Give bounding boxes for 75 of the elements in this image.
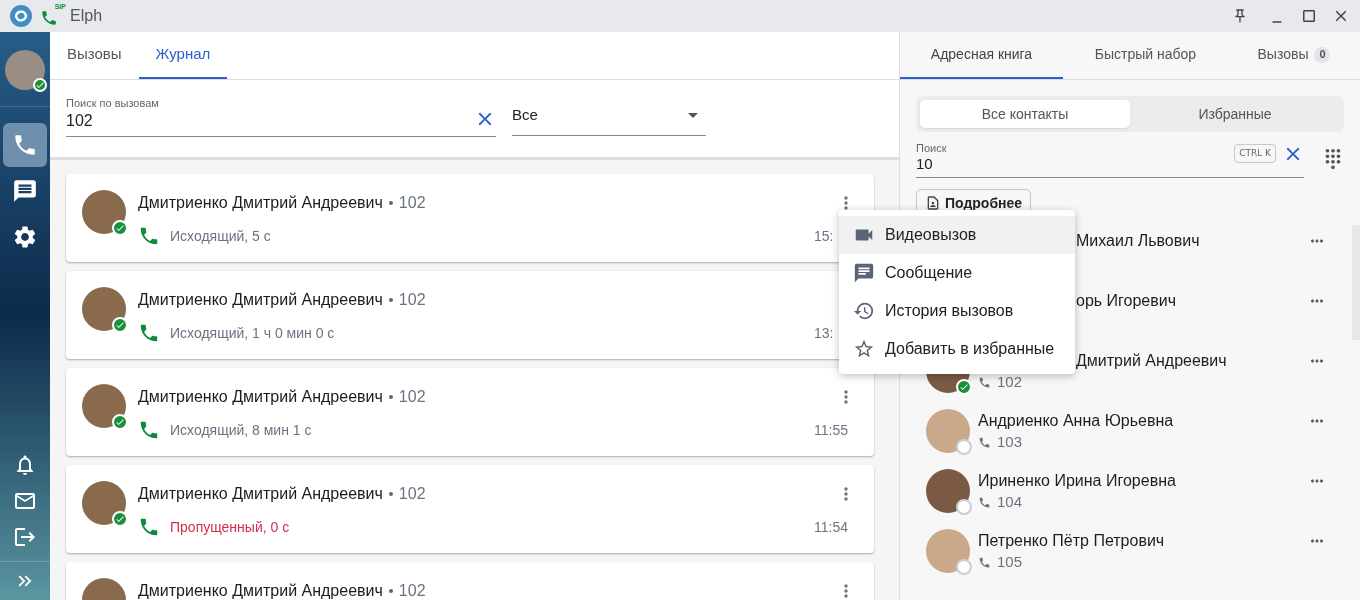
extension-number: 105 [997,552,1023,572]
phone-icon [12,132,38,158]
avatar [82,190,126,234]
avatar [926,409,970,453]
segment-tab[interactable]: Все контакты [920,100,1130,128]
tab[interactable]: Журнал [138,32,228,79]
avatar [82,481,126,525]
phone-icon [138,419,160,441]
shortcut-hint: CTRL K [1234,143,1276,163]
call-time: 15: [814,226,835,246]
extension-number: 102 [997,372,1023,392]
phone-icon [138,322,160,344]
call-details: Исходящий, 8 мин 1 с [170,420,312,440]
call-details: Исходящий, 5 с [170,226,271,246]
pin-icon[interactable] [1232,8,1248,24]
avatar [82,287,126,331]
extension-number: 102 [398,581,426,600]
contact-name: Дмитриенко Дмитрий Андреевич [138,387,383,407]
tab[interactable]: Вызовы [50,32,139,79]
call-time: 11:55 [814,420,849,440]
tab[interactable]: Вызовы 0 [1228,32,1360,79]
call-card[interactable]: Дмитриенко Дмитрий Андреевич 102 [66,562,874,600]
call-details: Пропущенный, 0 с [170,517,290,537]
tab[interactable]: Адресная книга [900,32,1063,79]
star-icon [853,338,875,360]
count-badge: 0 [1314,46,1331,63]
phone-icon [978,435,991,449]
contact-card-icon [925,195,941,211]
extension-number: 103 [997,432,1023,452]
call-card[interactable]: Дмитриенко Дмитрий Андреевич 102 Исходящий, 8 мин 1 с 11:55 [66,368,874,456]
avatar [926,469,970,513]
extension-number: 102 [398,484,426,504]
contact-name: Андриенко Анна Юрьевна [978,411,1174,431]
filter-select[interactable]: Все [512,95,706,136]
call-search-field[interactable]: Поиск по вызовам 102 [66,95,496,137]
message-icon [12,178,38,204]
call-card[interactable]: Дмитриенко Дмитрий Андреевич 102 Исходящий, 5 с 15: [66,174,874,262]
contact-search-field[interactable]: Поиск 10 CTRL K [916,140,1304,178]
extension-number: 102 [398,193,426,213]
logo-icon [10,5,32,27]
avatar [82,384,126,428]
logout-icon[interactable] [13,525,37,549]
extension-number: 102 [398,290,426,310]
contact-name: орь Игоревич [1076,291,1177,311]
window-title: Elph [70,6,103,26]
call-details: Исходящий, 1 ч 0 мин 0 с [170,323,335,343]
phone-icon [978,375,991,389]
contact-name: Дмитриенко Дмитрий Андреевич [138,290,383,310]
caret-icon [688,112,698,118]
call-time: 11:54 [814,517,849,537]
call-time: 13: [814,323,835,343]
contact-name: Дмитриенко Дмитрий Андреевич [138,193,383,213]
menu-item[interactable]: Видеовызов [839,216,1075,254]
contact-name: Михаил Львович [1076,231,1200,251]
extension-number: 104 [997,492,1023,512]
avatar [926,529,970,573]
phone-icon [978,555,991,569]
segment-tab[interactable]: Избранные [1130,100,1340,128]
contact-name: Петренко Пётр Петрович [978,531,1165,551]
tab[interactable]: Быстрый набор [1063,32,1228,79]
settings-icon [12,224,38,250]
contact-name: Ириненко Ирина Игоревна [978,471,1176,491]
phone-icon [978,495,991,509]
phone-icon [40,9,58,27]
maximize-icon[interactable] [1300,7,1318,25]
phone-icon [138,225,160,247]
call-card[interactable]: Дмитриенко Дмитрий Андреевич 102 Пропущенный, 0 с 11:54 [66,465,874,553]
user-avatar[interactable] [5,50,45,90]
contact-name: Дмитрий Андреевич [1076,351,1227,371]
phone-icon [138,516,160,538]
contact-name: Дмитриенко Дмитрий Андреевич [138,484,383,504]
chat-icon [853,262,875,284]
contact-name: Дмитриенко Дмитрий Андреевич [138,581,383,600]
history-icon [853,300,875,322]
extension-number: 102 [398,387,426,407]
